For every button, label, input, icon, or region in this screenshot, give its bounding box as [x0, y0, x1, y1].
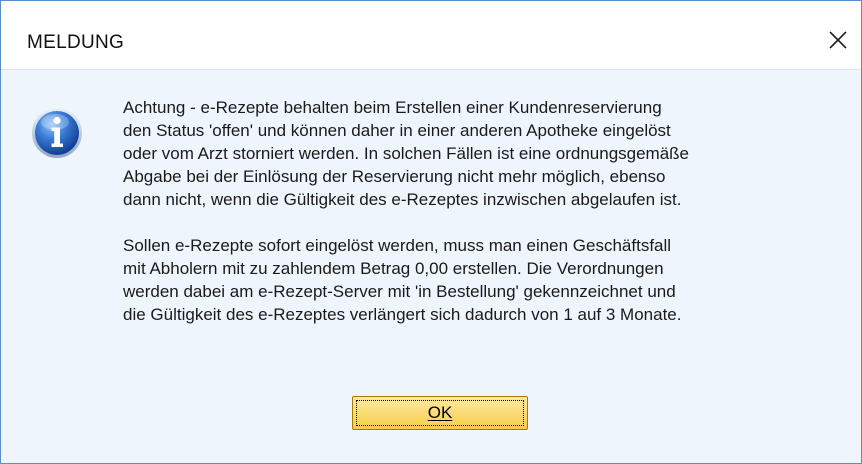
message-paragraph-2: Sollen e-Rezepte sofort eingelöst werden… [123, 236, 682, 324]
dialog-title: MELDUNG [27, 32, 125, 53]
ok-button-label: OK [427, 403, 453, 422]
message-dialog: MELDUNG Achtung - e-Rezepte behalten bei… [0, 0, 862, 464]
message-paragraph-1: Achtung - e-Rezepte behalten beim Erstel… [123, 98, 690, 209]
title-bar[interactable]: MELDUNG [1, 1, 861, 70]
close-icon[interactable] [821, 23, 855, 57]
message-text: Achtung - e-Rezepte behalten beim Erstel… [123, 96, 823, 326]
dialog-body: Achtung - e-Rezepte behalten beim Erstel… [1, 70, 861, 463]
ok-button[interactable]: OK [352, 396, 528, 430]
info-icon [31, 107, 83, 159]
